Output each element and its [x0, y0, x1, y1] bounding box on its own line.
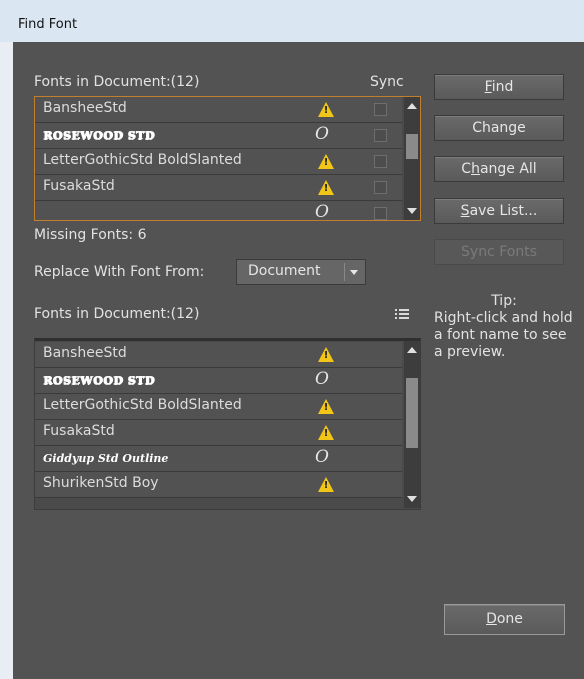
scroll-up-icon[interactable]: [407, 103, 417, 109]
list-item[interactable]: FusakaStd !: [35, 175, 402, 201]
save-list-button[interactable]: Save List...: [434, 198, 564, 224]
list-item[interactable]: FusakaStd !: [35, 420, 402, 446]
list-item[interactable]: LetterGothicStd BoldSlanted !: [35, 149, 402, 175]
scroll-thumb[interactable]: [406, 134, 418, 159]
scroll-thumb[interactable]: [406, 378, 418, 448]
font-name: FusakaStd: [43, 423, 115, 439]
scroll-up-icon[interactable]: [407, 347, 417, 353]
list-scrollbar[interactable]: [404, 97, 420, 220]
find-button[interactable]: Find: [434, 74, 564, 100]
sync-checkbox[interactable]: [374, 207, 387, 220]
fonts-in-document-header: Fonts in Document:(12): [34, 74, 200, 90]
list-item[interactable]: BansheeStd !: [35, 342, 402, 368]
font-name: ROSEWOOD STD: [43, 129, 155, 142]
font-name: FusakaStd: [43, 178, 115, 194]
tip-box: Tip: Right-click and hold a font name to…: [434, 293, 574, 361]
list-scrollbar[interactable]: [404, 341, 420, 508]
fonts-list-bottom[interactable]: BansheeStd ! ROSEWOOD STD O LetterGothic…: [34, 338, 421, 510]
sync-fonts-button[interactable]: Sync Fonts: [434, 239, 564, 265]
tip-text: Right-click and hold a font name to see …: [434, 310, 573, 360]
font-name: BansheeStd: [43, 100, 127, 116]
list-item[interactable]: Giddyup Std Outline O: [35, 446, 402, 472]
font-name: ShurikenStd Boy: [43, 475, 159, 491]
title-bar: Find Font: [0, 0, 584, 42]
opentype-icon: O: [315, 447, 329, 467]
font-name: LetterGothicStd BoldSlanted: [43, 152, 242, 168]
find-font-dialog: Fonts in Document:(12) Sync BansheeStd !…: [13, 42, 584, 679]
font-name: LetterGothicStd BoldSlanted: [43, 397, 242, 413]
font-name: Giddyup Std Outline: [43, 452, 169, 465]
change-all-button[interactable]: Change All: [434, 156, 564, 182]
replace-with-label: Replace With Font From:: [34, 264, 205, 280]
fonts-in-document-header-2: Fonts in Document:(12): [34, 306, 200, 322]
done-button[interactable]: Done: [444, 604, 565, 635]
list-item[interactable]: ROSEWOOD STD O: [35, 368, 402, 394]
font-name: BansheeStd: [43, 345, 127, 361]
list-item[interactable]: LetterGothicStd BoldSlanted !: [35, 394, 402, 420]
opentype-icon: O: [315, 202, 329, 221]
sync-checkbox[interactable]: [374, 181, 387, 194]
sync-checkbox[interactable]: [374, 103, 387, 116]
list-item[interactable]: O: [35, 201, 402, 221]
change-button[interactable]: Change: [434, 115, 564, 141]
opentype-icon: O: [315, 124, 329, 144]
opentype-icon: O: [315, 369, 329, 389]
fonts-list-top[interactable]: BansheeStd ! ROSEWOOD STD O LetterGothic…: [34, 96, 421, 221]
tip-heading: Tip:: [491, 293, 517, 309]
font-name: ROSEWOOD STD: [43, 374, 155, 387]
window-title: Find Font: [18, 17, 78, 32]
sync-checkbox[interactable]: [374, 155, 387, 168]
list-item[interactable]: ROSEWOOD STD O: [35, 123, 402, 149]
list-item[interactable]: ShurikenStd Boy !: [35, 472, 402, 498]
list-view-icon[interactable]: [395, 309, 409, 320]
replace-source-dropdown[interactable]: Document: [236, 259, 366, 285]
sync-header: Sync: [370, 74, 404, 90]
scroll-down-icon[interactable]: [407, 208, 417, 214]
chevron-down-icon: [350, 270, 358, 275]
scroll-down-icon[interactable]: [407, 496, 417, 502]
list-item[interactable]: BansheeStd !: [35, 97, 402, 123]
sync-checkbox[interactable]: [374, 129, 387, 142]
replace-source-value: Document: [248, 263, 321, 279]
missing-fonts-count: Missing Fonts: 6: [34, 227, 147, 243]
